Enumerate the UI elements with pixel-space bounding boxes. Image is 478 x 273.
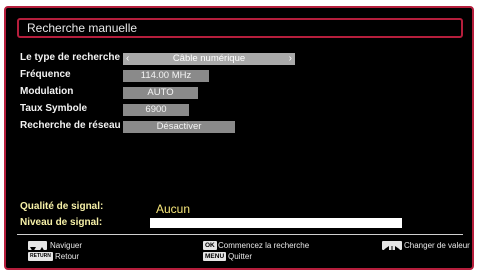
search-type-selector[interactable]: ‹ Câble numérique › (123, 53, 295, 65)
signal-level-label: Niveau de signal: (20, 217, 103, 228)
navigate-hint: Naviguer (50, 241, 83, 250)
up-down-arrows-icon (28, 241, 47, 252)
symbol-rate-label: Taux Symbole (20, 103, 88, 114)
modulation-label: Modulation (20, 86, 74, 97)
title-bar: Recherche manuelle (17, 18, 463, 38)
network-search-label: Recherche de réseau (20, 120, 121, 131)
chevron-right-icon[interactable]: › (289, 53, 292, 65)
start-search-hint: Commencez la recherche (218, 241, 310, 250)
chevron-left-icon[interactable]: ‹ (126, 53, 129, 65)
page-title: Recherche manuelle (27, 21, 138, 35)
return-key-icon: RETURN (28, 252, 53, 261)
frequency-field[interactable]: 114.00 MHz (123, 70, 209, 82)
back-hint: Retour (55, 252, 80, 261)
quit-hint: Quitter (228, 252, 253, 261)
network-search-field[interactable]: Désactiver (123, 121, 235, 133)
change-value-hint: Changer de valeur (404, 241, 470, 250)
signal-level-bar (150, 218, 402, 228)
search-type-label: Le type de recherche (20, 52, 121, 63)
left-right-arrows-icon (382, 241, 402, 253)
modulation-field[interactable]: AUTO (123, 87, 198, 99)
manual-search-dialog: Recherche manuelle Le type de recherche … (4, 6, 474, 270)
ok-key-icon: OK (203, 241, 217, 250)
symbol-rate-field[interactable]: 6900 (123, 104, 189, 116)
search-type-value: Câble numérique (172, 53, 246, 64)
footer-divider (17, 234, 463, 235)
menu-key-icon: MENU (203, 252, 227, 261)
frequency-label: Fréquence (20, 69, 71, 80)
signal-quality-label: Qualité de signal: (20, 201, 104, 212)
signal-quality-value: Aucun (156, 202, 191, 216)
